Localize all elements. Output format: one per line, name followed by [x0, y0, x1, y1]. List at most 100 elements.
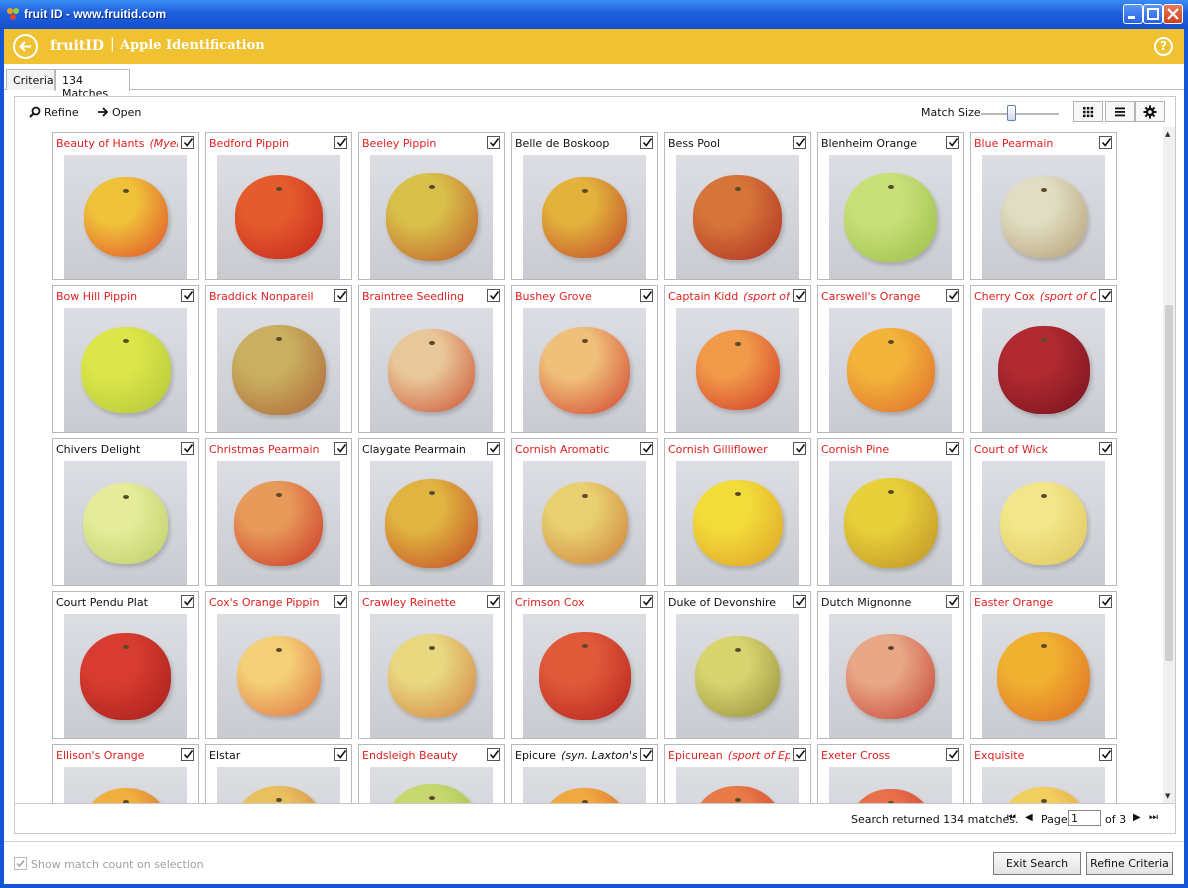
- select-checkbox[interactable]: [334, 595, 347, 608]
- match-card[interactable]: Epicure (syn. Laxton's Epicu: [511, 744, 658, 803]
- match-size-slider-track[interactable]: [981, 113, 1059, 115]
- match-card[interactable]: Braintree Seedling: [358, 285, 505, 433]
- select-checkbox[interactable]: [946, 442, 959, 455]
- select-checkbox[interactable]: [487, 136, 500, 149]
- match-card[interactable]: Claygate Pearmain: [358, 438, 505, 586]
- match-card[interactable]: Beauty of Hants (Myers): [52, 132, 199, 280]
- select-checkbox[interactable]: [487, 442, 500, 455]
- vertical-scrollbar[interactable]: ▲ ▼: [1163, 127, 1175, 803]
- match-card[interactable]: Chivers Delight: [52, 438, 199, 586]
- back-arrow-icon[interactable]: [13, 34, 38, 59]
- match-card[interactable]: Dutch Mignonne: [817, 591, 964, 739]
- show-count-checkbox[interactable]: [14, 857, 27, 870]
- select-checkbox[interactable]: [793, 595, 806, 608]
- show-count-option[interactable]: Show match count on selection: [14, 857, 204, 871]
- apple-stem: [1040, 493, 1047, 498]
- match-card[interactable]: Cornish Aromatic: [511, 438, 658, 586]
- match-card[interactable]: Belle de Boskoop: [511, 132, 658, 280]
- apple-name: Bess Pool: [668, 137, 790, 150]
- scroll-up-icon[interactable]: ▲: [1165, 130, 1170, 138]
- match-card[interactable]: Endsleigh Beauty: [358, 744, 505, 803]
- close-icon[interactable]: [1163, 4, 1183, 24]
- first-page-icon[interactable]: ⏮: [1007, 812, 1016, 823]
- match-card[interactable]: Braddick Nonpareil: [205, 285, 352, 433]
- match-card[interactable]: Blenheim Orange: [817, 132, 964, 280]
- select-checkbox[interactable]: [181, 748, 194, 761]
- select-checkbox[interactable]: [334, 289, 347, 302]
- match-card[interactable]: Cornish Pine: [817, 438, 964, 586]
- select-checkbox[interactable]: [793, 289, 806, 302]
- scrollbar-thumb[interactable]: [1165, 305, 1173, 661]
- match-card[interactable]: Elstar: [205, 744, 352, 803]
- select-checkbox[interactable]: [334, 442, 347, 455]
- select-checkbox[interactable]: [181, 289, 194, 302]
- prev-page-icon[interactable]: ◀: [1025, 812, 1033, 823]
- select-checkbox[interactable]: [640, 442, 653, 455]
- select-checkbox[interactable]: [793, 442, 806, 455]
- open-button[interactable]: Open: [97, 106, 141, 119]
- tab-criteria[interactable]: Criteria: [6, 69, 55, 90]
- match-card[interactable]: Bow Hill Pippin: [52, 285, 199, 433]
- match-card[interactable]: Bess Pool: [664, 132, 811, 280]
- match-card[interactable]: Exeter Cross: [817, 744, 964, 803]
- select-checkbox[interactable]: [946, 289, 959, 302]
- select-checkbox[interactable]: [640, 748, 653, 761]
- last-page-icon[interactable]: ⏭: [1149, 812, 1158, 823]
- match-card[interactable]: Captain Kidd (sport of Kidd's O: [664, 285, 811, 433]
- select-checkbox[interactable]: [334, 748, 347, 761]
- match-card[interactable]: Carswell's Orange: [817, 285, 964, 433]
- match-card[interactable]: Bushey Grove: [511, 285, 658, 433]
- match-card[interactable]: Christmas Pearmain: [205, 438, 352, 586]
- tab-matches[interactable]: 134 Matches: [55, 69, 130, 100]
- match-card[interactable]: Exquisite: [970, 744, 1117, 803]
- settings-icon[interactable]: [1135, 101, 1165, 122]
- select-checkbox[interactable]: [946, 595, 959, 608]
- minimize-icon[interactable]: [1123, 4, 1143, 24]
- select-checkbox[interactable]: [487, 595, 500, 608]
- select-checkbox[interactable]: [793, 136, 806, 149]
- match-card[interactable]: Easter Orange: [970, 591, 1117, 739]
- match-card[interactable]: Crimson Cox: [511, 591, 658, 739]
- select-checkbox[interactable]: [181, 136, 194, 149]
- select-checkbox[interactable]: [1099, 748, 1112, 761]
- select-checkbox[interactable]: [640, 595, 653, 608]
- match-card[interactable]: Ellison's Orange: [52, 744, 199, 803]
- select-checkbox[interactable]: [1099, 595, 1112, 608]
- match-size-slider-thumb[interactable]: [1007, 105, 1016, 121]
- maximize-icon[interactable]: [1143, 4, 1163, 24]
- select-checkbox[interactable]: [946, 748, 959, 761]
- grid-view-icon[interactable]: [1073, 101, 1103, 122]
- refine-button[interactable]: Refine: [29, 106, 79, 119]
- select-checkbox[interactable]: [946, 136, 959, 149]
- match-card[interactable]: Blue Pearmain: [970, 132, 1117, 280]
- select-checkbox[interactable]: [487, 289, 500, 302]
- page-number-input[interactable]: 1: [1068, 810, 1101, 826]
- select-checkbox[interactable]: [487, 748, 500, 761]
- apple-photo: [982, 155, 1105, 279]
- match-card[interactable]: Cherry Cox (sport of Cox's Or: [970, 285, 1117, 433]
- refine-criteria-button[interactable]: Refine Criteria: [1086, 852, 1173, 875]
- list-view-icon[interactable]: [1105, 101, 1135, 122]
- select-checkbox[interactable]: [640, 136, 653, 149]
- select-checkbox[interactable]: [793, 748, 806, 761]
- match-card[interactable]: Duke of Devonshire: [664, 591, 811, 739]
- scroll-down-icon[interactable]: ▼: [1165, 792, 1170, 800]
- select-checkbox[interactable]: [1099, 289, 1112, 302]
- select-checkbox[interactable]: [334, 136, 347, 149]
- match-card[interactable]: Crawley Reinette: [358, 591, 505, 739]
- select-checkbox[interactable]: [1099, 442, 1112, 455]
- exit-search-button[interactable]: Exit Search: [993, 852, 1081, 875]
- select-checkbox[interactable]: [1099, 136, 1112, 149]
- select-checkbox[interactable]: [181, 595, 194, 608]
- select-checkbox[interactable]: [640, 289, 653, 302]
- match-card[interactable]: Court Pendu Plat: [52, 591, 199, 739]
- match-card[interactable]: Court of Wick: [970, 438, 1117, 586]
- match-card[interactable]: Bedford Pippin: [205, 132, 352, 280]
- help-icon[interactable]: ?: [1154, 37, 1173, 56]
- next-page-icon[interactable]: ▶: [1133, 812, 1141, 823]
- match-card[interactable]: Cornish Gilliflower: [664, 438, 811, 586]
- match-card[interactable]: Epicurean (sport of Epicure): [664, 744, 811, 803]
- select-checkbox[interactable]: [181, 442, 194, 455]
- match-card[interactable]: Cox's Orange Pippin: [205, 591, 352, 739]
- match-card[interactable]: Beeley Pippin: [358, 132, 505, 280]
